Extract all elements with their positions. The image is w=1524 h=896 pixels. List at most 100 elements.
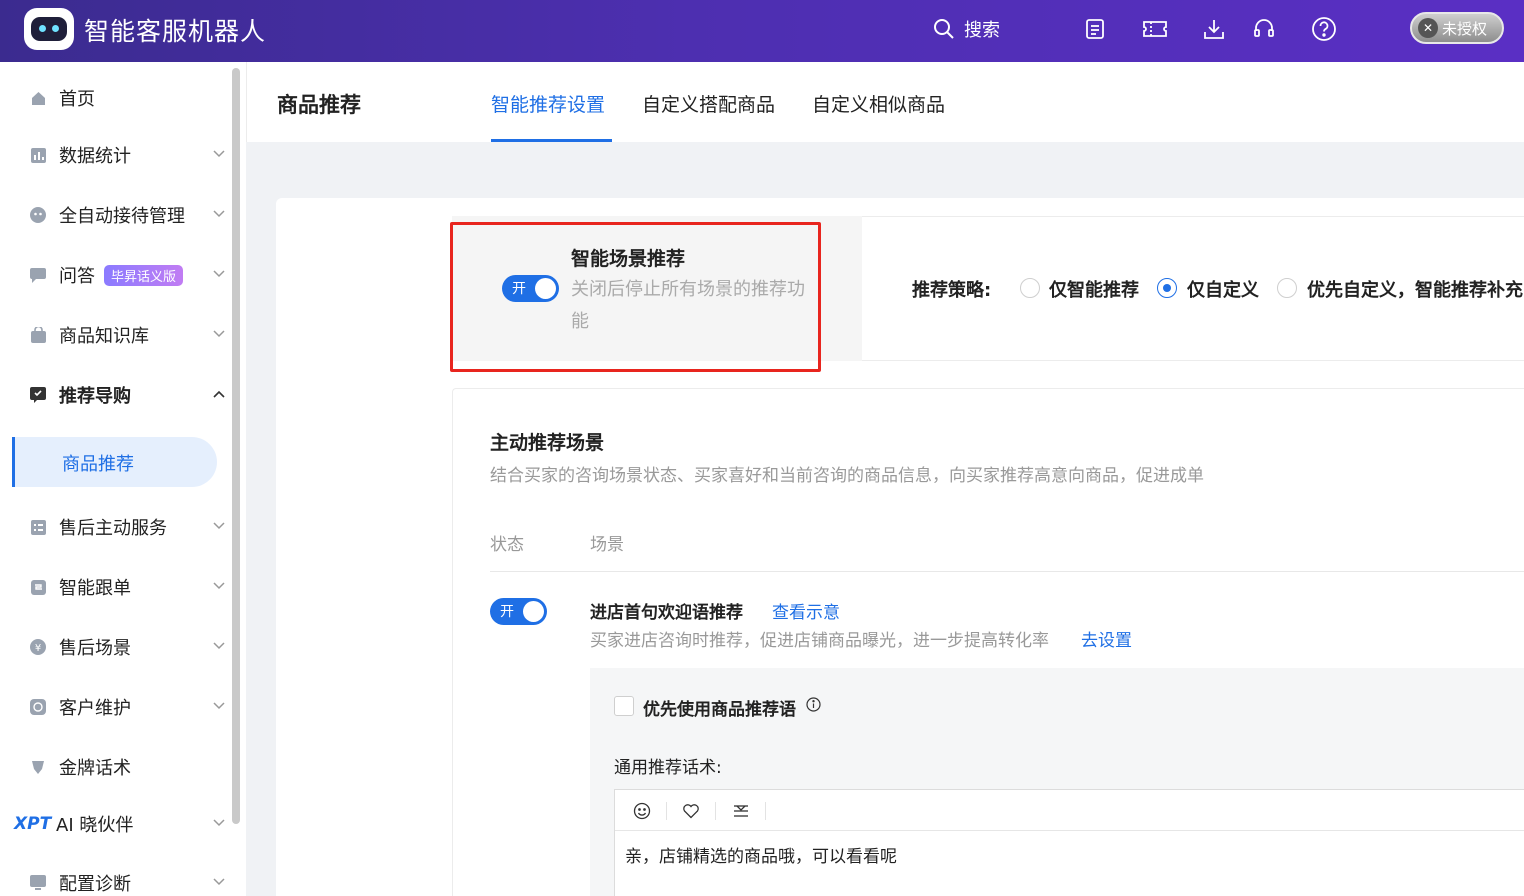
active-scene-title: 主动推荐场景 bbox=[490, 432, 605, 454]
sidebar-item-label: 金牌话术 bbox=[59, 758, 131, 779]
sidebar-item-ai-partner[interactable]: XPT AI 晓伙伴 bbox=[0, 804, 232, 844]
table-divider bbox=[490, 571, 1524, 572]
chevron-down-icon bbox=[213, 210, 225, 218]
medal-icon bbox=[30, 759, 46, 775]
sidebar-item-label: 首页 bbox=[59, 89, 95, 110]
sidebar-item-label: 售后主动服务 bbox=[59, 518, 167, 539]
switch-label: 开 bbox=[500, 604, 514, 620]
sidebar-item-gold-script[interactable]: 金牌话术 bbox=[0, 747, 232, 787]
variable-insert-icon[interactable] bbox=[730, 800, 752, 822]
search-label: 搜索 bbox=[964, 20, 1000, 41]
radio-custom-first[interactable] bbox=[1277, 278, 1297, 298]
sidebar-item-aftersale-service[interactable]: 售后主动服务 bbox=[0, 507, 232, 547]
sidebar-item-customer-care[interactable]: 客户维护 bbox=[0, 687, 232, 727]
sidebar-item-label: 配置诊断 bbox=[59, 874, 131, 895]
chevron-down-icon bbox=[213, 150, 225, 158]
editor-content[interactable]: 亲，店铺精选的商品哦，可以看看呢 bbox=[625, 842, 897, 867]
column-header-status: 状态 bbox=[490, 535, 524, 555]
sidebar-subitem-product-recommend[interactable]: 商品推荐 bbox=[12, 437, 217, 487]
highlight-frame bbox=[450, 222, 821, 372]
go-settings-link[interactable]: 去设置 bbox=[1081, 626, 1132, 651]
prefer-recommend-phrase-checkbox[interactable] bbox=[614, 696, 634, 716]
info-icon[interactable] bbox=[806, 697, 821, 712]
script-editor[interactable]: 亲，店铺精选的商品哦，可以看看呢 bbox=[614, 789, 1524, 896]
switch-knob bbox=[523, 601, 544, 622]
sidebar-item-label: 全自动接待管理 bbox=[59, 206, 185, 227]
sidebar-item-home[interactable]: 首页 bbox=[0, 78, 232, 118]
prefer-recommend-phrase-label: 优先使用商品推荐语 bbox=[643, 700, 796, 720]
robot-logo-icon bbox=[24, 8, 74, 50]
chevron-down-icon bbox=[213, 330, 225, 338]
scene-row-title: 进店首句欢迎语推荐 bbox=[590, 603, 743, 623]
strategy-label: 推荐策略: bbox=[912, 280, 992, 301]
close-circle-icon: ✕ bbox=[1418, 18, 1438, 38]
customer-icon bbox=[30, 699, 46, 715]
headset-icon[interactable] bbox=[1250, 15, 1278, 43]
sidebar-item-label: AI 晓伙伴 bbox=[56, 815, 134, 836]
sidebar-item-label: 问答 bbox=[59, 266, 95, 287]
chart-icon bbox=[30, 147, 46, 163]
sidebar-item-config-diagnose[interactable]: 配置诊断 bbox=[0, 863, 232, 896]
heart-icon[interactable] bbox=[680, 800, 702, 822]
download-icon[interactable] bbox=[1200, 15, 1228, 43]
diagnose-icon bbox=[30, 875, 46, 891]
home-icon bbox=[30, 90, 46, 106]
sidebar-scrollbar[interactable] bbox=[232, 68, 240, 824]
svg-text:¥: ¥ bbox=[35, 643, 41, 654]
app-title: 智能客服机器人 bbox=[84, 17, 267, 46]
sidebar-item-label: 商品知识库 bbox=[59, 326, 149, 347]
search-button[interactable]: 搜索 bbox=[932, 14, 1000, 44]
column-header-scene: 场景 bbox=[590, 535, 624, 555]
chevron-down-icon bbox=[213, 819, 225, 827]
robot-face-icon bbox=[30, 207, 46, 223]
chevron-down-icon bbox=[213, 878, 225, 886]
sidebar-item-product-kb[interactable]: 商品知识库 bbox=[0, 315, 232, 355]
tab-smart-recommend-settings[interactable]: 智能推荐设置 bbox=[491, 90, 605, 117]
sidebar-item-aftersale-scene[interactable]: ¥ 售后场景 bbox=[0, 627, 232, 667]
sidebar-item-smart-tracking[interactable]: 智能跟单 bbox=[0, 567, 232, 607]
active-tab-indicator bbox=[491, 139, 612, 142]
chevron-down-icon bbox=[213, 270, 225, 278]
active-scene-description: 结合买家的咨询场景状态、买家喜好和当前咨询的商品信息，向买家推荐高意向商品，促进… bbox=[490, 466, 1204, 486]
sidebar-item-auto-reception[interactable]: 全自动接待管理 bbox=[0, 195, 232, 235]
sidebar-item-label: 客户维护 bbox=[59, 698, 131, 719]
ticket-icon[interactable] bbox=[1141, 15, 1169, 43]
radio-smart-only[interactable] bbox=[1020, 278, 1040, 298]
sidebar-item-qa[interactable]: 问答 毕昇话义版 bbox=[0, 255, 232, 295]
xpt-logo: XPT bbox=[14, 814, 52, 834]
sidebar-subitem-label: 商品推荐 bbox=[62, 454, 134, 475]
radio-label-custom-only[interactable]: 仅自定义 bbox=[1187, 276, 1259, 302]
chevron-down-icon bbox=[213, 642, 225, 650]
general-script-label: 通用推荐话术: bbox=[614, 758, 722, 778]
tracking-icon bbox=[30, 579, 46, 595]
page-title: 商品推荐 bbox=[277, 93, 361, 117]
sidebar-item-recommend-guide[interactable]: 推荐导购 bbox=[0, 375, 232, 415]
toolbar-separator bbox=[666, 802, 667, 820]
auth-badge-label: 未授权 bbox=[1442, 19, 1488, 38]
radio-label-custom-first[interactable]: 优先自定义，智能推荐补充 bbox=[1307, 276, 1523, 302]
sidebar-item-label: 数据统计 bbox=[59, 146, 131, 167]
tab-custom-matching-products[interactable]: 自定义搭配商品 bbox=[642, 90, 775, 117]
recommend-icon bbox=[30, 387, 46, 403]
search-icon bbox=[934, 19, 954, 39]
sidebar-item-stats[interactable]: 数据统计 bbox=[0, 135, 232, 175]
tab-custom-similar-products[interactable]: 自定义相似商品 bbox=[812, 90, 945, 117]
toolbar-separator bbox=[715, 802, 716, 820]
bag-icon bbox=[30, 327, 46, 343]
radio-custom-only[interactable] bbox=[1157, 278, 1177, 298]
emoji-icon[interactable] bbox=[631, 800, 653, 822]
view-example-link[interactable]: 查看示意 bbox=[772, 598, 840, 623]
welcome-scene-switch[interactable]: 开 bbox=[490, 598, 547, 625]
chevron-down-icon bbox=[213, 702, 225, 710]
aftersale-icon: ¥ bbox=[30, 639, 46, 655]
sidebar-item-label: 推荐导购 bbox=[59, 386, 131, 407]
toolbar-separator bbox=[765, 802, 766, 820]
task-list-icon[interactable] bbox=[1081, 15, 1109, 43]
help-icon[interactable] bbox=[1310, 15, 1338, 43]
top-bar: 智能客服机器人 搜索 ✕ 未授权 bbox=[0, 0, 1524, 62]
sidebar-item-label: 智能跟单 bbox=[59, 578, 131, 599]
sidebar-item-label: 售后场景 bbox=[59, 638, 131, 659]
radio-label-smart-only[interactable]: 仅智能推荐 bbox=[1049, 276, 1139, 302]
auth-status-badge[interactable]: ✕ 未授权 bbox=[1410, 12, 1504, 44]
sidebar: 首页 数据统计 全自动接待管理 问答 毕昇话义版 商品知识库 推荐导购 商品推荐 … bbox=[0, 62, 246, 896]
